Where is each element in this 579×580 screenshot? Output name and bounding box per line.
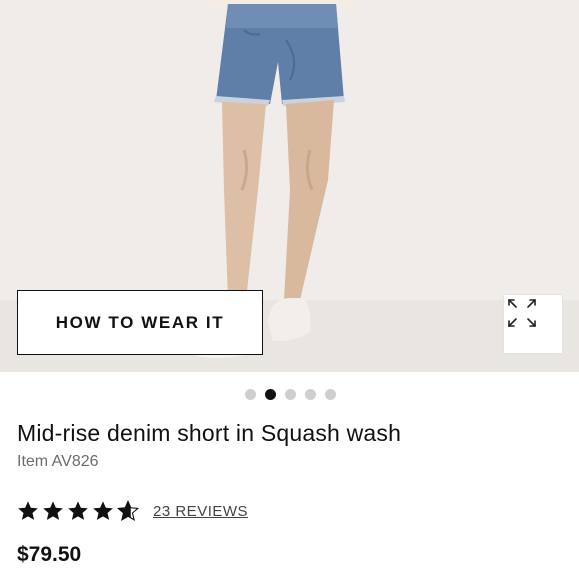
star-full-icon [93,501,113,520]
how-to-wear-button[interactable]: HOW TO WEAR IT [17,290,263,355]
item-number: Item AV826 [17,453,99,470]
carousel-dot-1[interactable] [245,389,256,400]
star-rating[interactable] [17,500,139,522]
product-rating: 23 REVIEWS [17,500,248,522]
product-price: $79.50 [17,543,82,566]
product-title: Mid-rise denim short in Squash wash [17,420,402,446]
carousel-dot-3[interactable] [285,389,296,400]
star-full-icon [18,501,38,520]
expand-arrows-icon [508,299,536,327]
carousel-dot-2-active[interactable] [265,389,276,400]
reviews-link[interactable]: 23 REVIEWS [153,503,248,520]
carousel-pagination [245,389,336,400]
star-half-icon [117,500,139,522]
star-full-icon [43,501,63,520]
product-image[interactable]: HOW TO WEAR IT [0,0,579,372]
carousel-dot-4[interactable] [305,389,316,400]
star-full-icon [68,501,88,520]
carousel-dot-5[interactable] [325,389,336,400]
expand-image-button[interactable] [503,294,563,354]
